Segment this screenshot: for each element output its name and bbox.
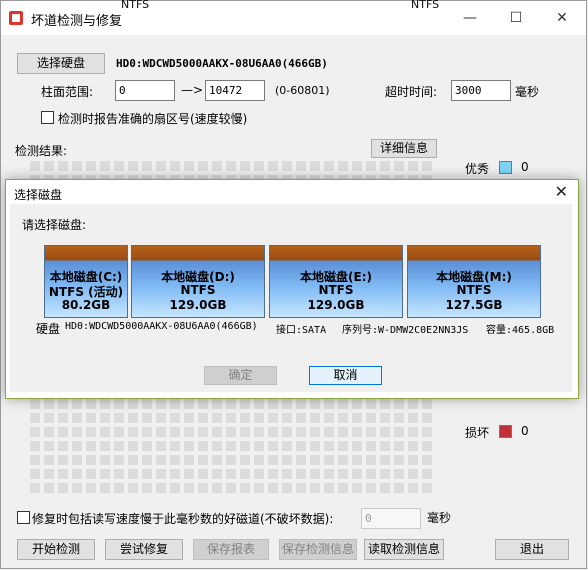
app-icon [9,11,23,25]
cylinder-to-input[interactable]: 10472 [205,80,265,101]
partition-d[interactable]: 本地磁盘(D:) NTFS 129.0GB [131,245,265,318]
window-title: 坏道检测与修复 [31,14,123,29]
background-fragment-ntfs: NTFS [121,0,150,11]
dialog-cancel-button[interactable]: 取消 [309,366,382,385]
dialog-ok-button[interactable]: 确定 [204,366,277,385]
title-bar: 坏道检测与修复 — ☐ ✕ [1,1,586,35]
slow-repair-input[interactable]: 0 [361,508,421,529]
slow-repair-label: 修复时包括读写速度慢于此毫秒数的好磁道(不破坏数据): [32,512,334,526]
select-disk-dialog: 选择磁盘 ✕ 请选择磁盘: 本地磁盘(C:) NTFS (活动) 80.2GB … [5,179,579,399]
main-window: 坏道检测与修复 — ☐ ✕ NTFS NTFS 选择硬盘 HD0:WDCWD50… [0,0,587,569]
cylinder-label: 柱面范围: [41,85,94,99]
try-repair-button[interactable]: 尝试修复 [105,539,183,560]
partition-size: 129.0GB [169,298,227,312]
report-sector-checkbox[interactable] [41,111,54,124]
legend-excellent-swatch [499,161,512,174]
partition-fs: NTFS [456,283,492,297]
partition-m[interactable]: 本地磁盘(M:) NTFS 127.5GB [407,245,541,318]
save-report-button[interactable]: 保存报表 [193,539,269,560]
partition-c[interactable]: 本地磁盘(C:) NTFS (活动) 80.2GB [44,245,128,318]
result-grid [30,399,436,495]
partition-size: 80.2GB [61,298,111,312]
dialog-disk-label: 硬盘 [36,322,61,336]
select-disk-button[interactable]: 选择硬盘 [17,53,105,74]
minimize-button[interactable]: — [447,1,493,35]
legend-bad-label: 损坏 [465,426,490,440]
timeout-input[interactable]: 3000 [451,80,511,101]
cylinder-from-input[interactable]: 0 [115,80,175,101]
cylinder-arrow: —> [181,83,204,97]
dialog-interface: 接口:SATA [276,325,327,336]
partition-size: 129.0GB [307,298,365,312]
timeout-unit: 毫秒 [515,85,540,99]
dialog-prompt: 请选择磁盘: [22,218,87,232]
legend-excellent-count: 0 [521,160,529,174]
report-sector-label: 检测时报告准确的扇区号(速度较慢) [58,112,248,126]
partition-e[interactable]: 本地磁盘(E:) NTFS 129.0GB [269,245,403,318]
partition-size: 127.5GB [445,298,503,312]
disk-name: HD0:WDCWD5000AAKX-08U6AA0(466GB) [116,57,328,70]
cylinder-range: (0-60801) [275,84,330,97]
dialog-title: 选择磁盘 [14,188,63,202]
exit-button[interactable]: 退出 [495,539,569,560]
detail-info-button[interactable]: 详细信息 [371,139,437,158]
result-grid-top [30,161,436,181]
timeout-label: 超时时间: [385,85,438,99]
dialog-body: 请选择磁盘: 本地磁盘(C:) NTFS (活动) 80.2GB 本地磁盘(D:… [10,204,572,392]
maximize-button[interactable]: ☐ [493,1,539,35]
dialog-disk-model: HD0:WDCWD5000AAKX-08U6AA0(466GB) [65,321,258,332]
slow-repair-checkbox[interactable] [17,511,30,524]
partition-fs: NTFS [318,283,354,297]
dialog-capacity: 容量:465.8GB [486,325,555,336]
legend-bad-swatch [499,425,512,438]
dialog-close-icon[interactable]: ✕ [555,182,568,201]
dialog-serial: 序列号:W-DMW2C0E2NN3JS [342,325,469,336]
close-button[interactable]: ✕ [539,1,585,35]
legend-bad-count: 0 [521,424,529,438]
slow-repair-unit: 毫秒 [427,511,452,525]
start-detect-button[interactable]: 开始检测 [17,539,95,560]
results-label: 检测结果: [15,144,68,158]
read-info-button[interactable]: 读取检测信息 [364,539,444,560]
save-info-button[interactable]: 保存检测信息 [279,539,357,560]
legend-excellent-label: 优秀 [465,162,490,176]
background-fragment-ntfs-2: NTFS [411,0,440,11]
partition-fs: NTFS [180,283,216,297]
